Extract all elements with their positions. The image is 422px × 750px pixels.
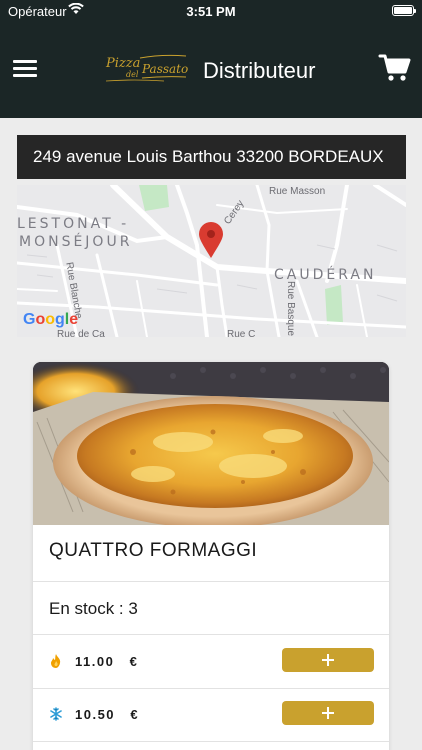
google-logo: Google — [23, 311, 79, 328]
map-street-label: Rue C — [227, 329, 256, 337]
hamburger-line — [13, 74, 37, 77]
product-photo — [33, 362, 389, 525]
distributor-address: 249 avenue Louis Barthou 33200 BORDEAUX — [17, 135, 406, 179]
stock-label: En stock : 3 — [49, 599, 138, 618]
map-district-label: LESTONAT - — [17, 216, 130, 232]
divider — [33, 634, 389, 635]
cart-icon — [378, 54, 411, 81]
divider — [33, 741, 389, 742]
logo-text-passato: Passato — [141, 62, 188, 76]
map-street-label: Rue de Ca — [57, 329, 105, 337]
divider — [33, 581, 389, 582]
nav-bar: Pizza del Passato Distributeur — [0, 22, 422, 118]
map-district-label: MONSÉJOUR — [19, 234, 133, 250]
status-bar: Opérateur 3:51 PM — [0, 0, 422, 22]
location-map[interactable]: LESTONAT - MONSÉJOUR CAUDÉRAN Rue Masson… — [17, 185, 406, 337]
price-value: 11.00 € — [75, 654, 139, 669]
price-row-hot: 11.00 € — [33, 636, 389, 688]
logo-text-del: del — [126, 70, 139, 79]
logo-text-pizza: Pizza — [105, 56, 140, 71]
price-row-cold: 10.50 € — [33, 689, 389, 741]
product-name: QUATTRO FORMAGGI — [49, 540, 258, 561]
snowflake-icon — [50, 707, 62, 721]
hamburger-line — [13, 67, 37, 70]
map-street-label: Rue Basque — [285, 280, 297, 337]
battery-icon — [392, 5, 416, 16]
add-to-cart-button[interactable] — [282, 648, 374, 672]
product-card: QUATTRO FORMAGGI En stock : 3 11.00 € 10… — [33, 362, 389, 750]
menu-button[interactable] — [10, 56, 40, 82]
brand-logo: Pizza del Passato — [105, 54, 188, 82]
hamburger-icon — [13, 60, 37, 63]
price-value: 10.50 € — [75, 707, 140, 722]
clock: 3:51 PM — [186, 4, 236, 19]
cart-button[interactable] — [378, 52, 412, 84]
add-to-cart-button[interactable] — [282, 701, 374, 725]
map-street-label: Rue Masson — [269, 186, 326, 197]
flame-icon — [51, 654, 61, 668]
page-title: Distributeur — [203, 58, 316, 83]
